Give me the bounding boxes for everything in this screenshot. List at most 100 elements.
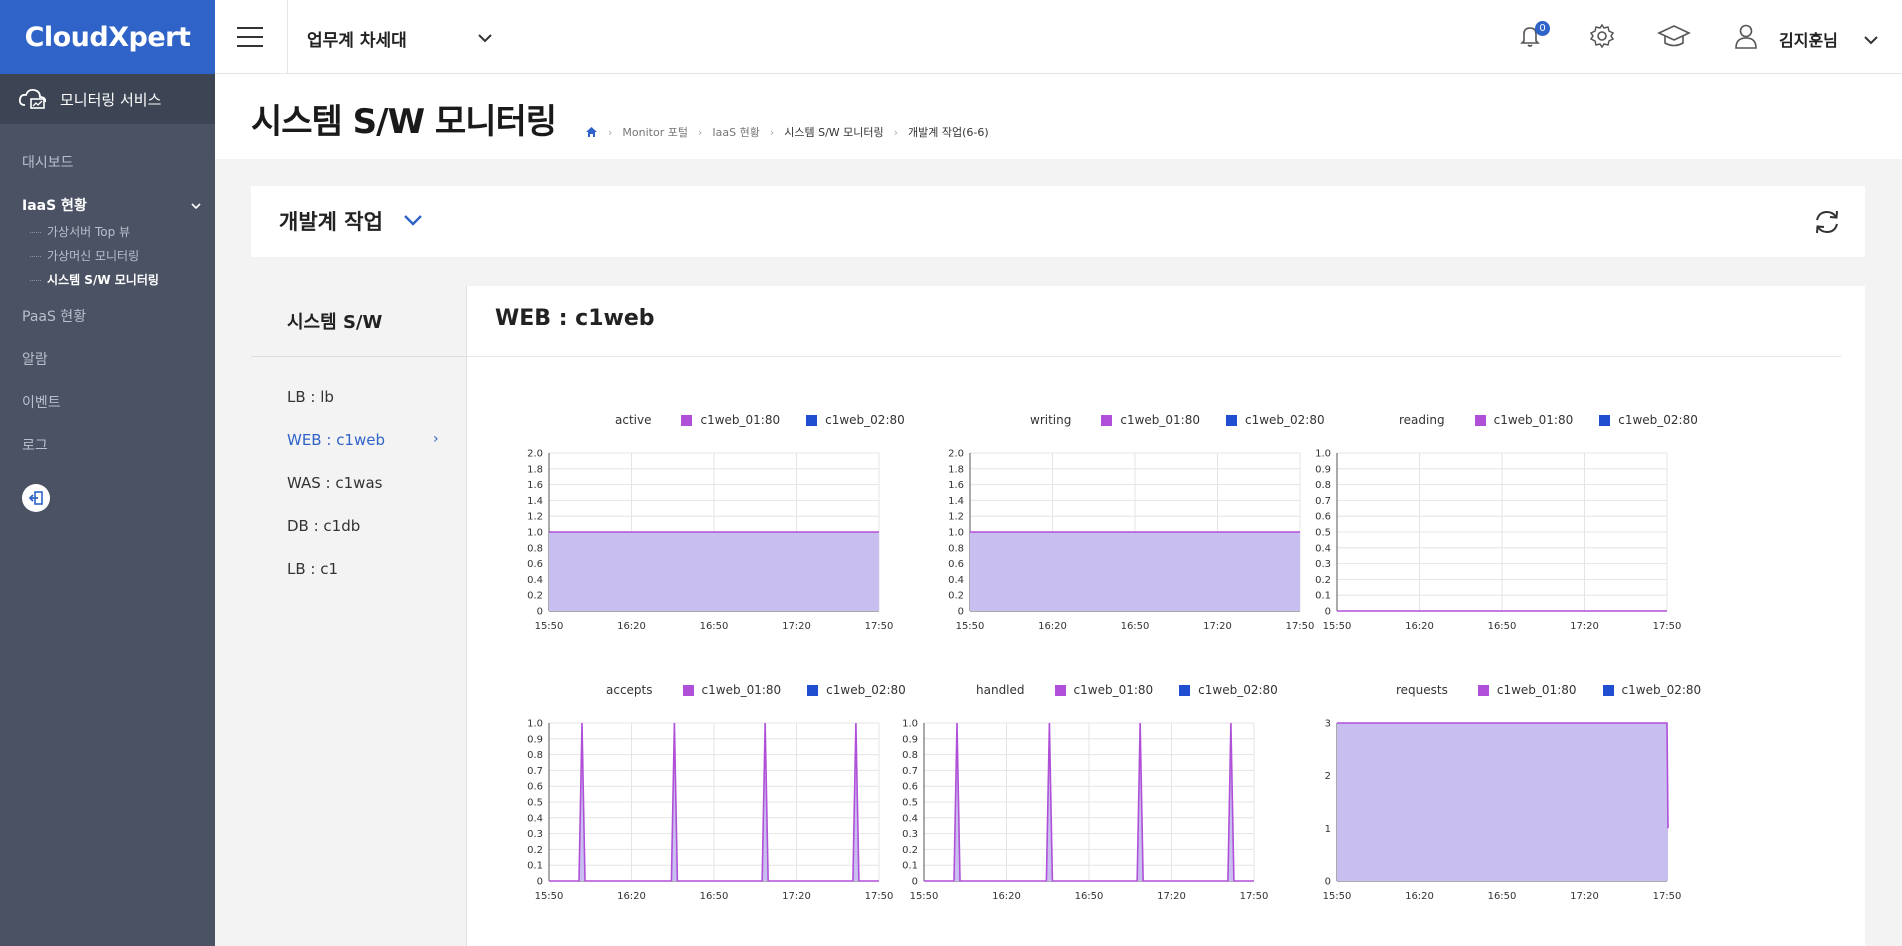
y-tick-label: 1.0 [527,719,543,730]
y-tick-label: 1.2 [527,512,543,523]
home-icon[interactable] [585,126,598,138]
sidebar-subitem-sw-monitor[interactable]: 시스템 S/W 모니터링 [28,268,215,292]
x-tick-label: 16:50 [1488,621,1517,632]
x-tick-label: 17:20 [782,621,811,632]
sidebar-item-log[interactable]: 로그 [0,425,215,468]
chart-svg: 0 0.1 0.2 0.3 0.4 0.5 0.6 0.7 0.8 0.9 1.0 15:50 16:2… [902,719,1269,903]
y-tick-label: 3 [1325,719,1331,730]
settings-button[interactable] [1588,22,1618,52]
page-header: 시스템 S/W 모니터링 › Monitor 포털 › IaaS 현황 › 시스… [215,74,1902,159]
x-tick-label: 15:50 [956,621,985,632]
x-tick-label: 15:50 [910,891,939,902]
y-tick-label: 1.0 [1315,449,1331,460]
series-area [549,532,879,611]
x-tick-label: 17:20 [782,891,811,902]
logo[interactable]: CloudXpert [0,0,215,74]
sidebar: CloudXpert 모니터링 서비스 대시보드 IaaS 현황 가상서버 To… [0,0,215,946]
x-tick-label: 17:50 [1653,891,1682,902]
y-tick-label: 0.7 [527,766,543,777]
x-tick-label: 16:20 [992,891,1021,902]
learning-button[interactable] [1657,22,1691,52]
y-tick-label: 0.7 [1315,496,1331,507]
divider [287,0,288,74]
y-tick-label: 0.6 [527,559,543,570]
job-panel: 개발계 작업 [251,186,1865,257]
sidebar-subitem-vm-top[interactable]: 가상서버 Top 뷰 [28,220,215,244]
y-tick-label: 0.4 [527,575,543,586]
main-panel: WEB : c1web active c1web_01:80 c1web_02:80… [466,286,1865,946]
breadcrumb-item[interactable]: Monitor 포털 [622,124,688,140]
sidebar-item-alarm[interactable]: 알람 [0,339,215,382]
x-tick-label: 17:50 [1240,891,1269,902]
sidebar-item-event[interactable]: 이벤트 [0,382,215,425]
chart-accepts: accepts c1web_01:80 c1web_02:80 0 0.1 0.2 0.3 0… [509,683,906,902]
sidebar-subitem-vm-monitor[interactable]: 가상머신 모니터링 [28,244,215,268]
y-tick-label: 0.5 [1315,528,1331,539]
breadcrumb-separator: › [608,125,613,139]
y-tick-label: 0 [537,877,543,888]
list-title: 시스템 S/W [287,312,383,333]
x-tick-label: 16:50 [1488,891,1517,902]
y-tick-label: 1.6 [527,480,543,491]
chevron-right-icon: › [433,431,439,447]
divider [251,356,466,357]
y-tick-label: 0.6 [902,782,918,793]
y-tick-label: 0.4 [902,813,918,824]
project-selector[interactable]: 업무계 차세대 [307,26,407,51]
x-tick-label: 17:20 [1570,891,1599,902]
notification-button[interactable]: 0 [1517,21,1550,52]
system-sw-list: 시스템 S/W LB : lb WEB : c1web › WAS : c1wa… [251,286,466,946]
y-tick-label: 1.8 [527,464,543,475]
y-tick-label: 0.3 [1315,559,1331,570]
series-area [1337,723,1668,881]
y-tick-label: 0 [1325,877,1331,888]
user-icon [1735,24,1757,49]
job-title[interactable]: 개발계 작업 [279,206,383,236]
user-name[interactable]: 김지훈님 [1779,27,1838,51]
y-tick-label: 0.9 [902,734,918,745]
graduation-cap-icon [1657,25,1691,47]
chart-svg: 0 0.2 0.4 0.6 0.8 1.0 1.2 1.4 1.6 1.8 2.0 15:50 16:2… [948,449,1314,633]
y-tick-label: 0.4 [1315,543,1331,554]
chart-svg: 0 0.1 0.2 0.3 0.4 0.5 0.6 0.7 0.8 0.9 1.0 15:50 16:2… [1315,449,1682,633]
y-tick-label: 0.2 [1315,575,1331,586]
user-avatar[interactable] [1732,22,1762,52]
list-item-active[interactable]: WEB : c1web [287,431,385,449]
y-tick-label: 0.8 [902,750,918,761]
main-title: WEB : c1web [495,306,655,331]
breadcrumb-item[interactable]: 시스템 S/W 모니터링 [784,124,883,140]
list-item[interactable]: LB : c1 [287,560,338,578]
list-item[interactable]: LB : lb [287,388,334,406]
logout-button[interactable] [22,484,50,512]
x-tick-label: 15:50 [535,891,564,902]
service-header[interactable]: 모니터링 서비스 [0,74,215,124]
breadcrumb-separator: › [769,125,775,139]
menu-toggle-icon[interactable] [237,27,263,54]
y-tick-label: 0.6 [527,782,543,793]
logout-icon [28,491,43,505]
y-tick-label: 0.6 [948,559,964,570]
refresh-button[interactable] [1811,206,1843,242]
chart-active: active c1web_01:80 c1web_02:80 0 0.2 0.4 0.6 0.… [509,413,905,632]
chevron-down-icon[interactable] [403,211,423,230]
y-tick-label: 0.9 [527,734,543,745]
page-title: 시스템 S/W 모니터링 [251,102,557,142]
x-tick-label: 17:50 [1653,621,1682,632]
breadcrumb-current: 개발계 작업(6-6) [908,126,989,139]
chevron-down-icon[interactable] [1863,30,1879,49]
breadcrumb-item[interactable]: IaaS 현황 [712,124,759,140]
x-tick-label: 16:20 [1038,621,1067,632]
y-tick-label: 1.0 [948,528,964,539]
service-label: 모니터링 서비스 [60,90,162,109]
y-tick-label: 2 [1325,771,1331,782]
list-item[interactable]: WAS : c1was [287,474,382,492]
x-tick-label: 17:20 [1203,621,1232,632]
list-item[interactable]: DB : c1db [287,517,360,535]
sidebar-item-paas[interactable]: PaaS 현황 [0,296,215,339]
chevron-down-icon[interactable] [477,28,493,47]
x-tick-label: 16:20 [617,621,646,632]
y-tick-label: 0.8 [1315,480,1331,491]
y-tick-label: 0.2 [527,591,543,602]
sidebar-item-dashboard[interactable]: 대시보드 [0,142,215,185]
x-tick-label: 16:20 [617,891,646,902]
